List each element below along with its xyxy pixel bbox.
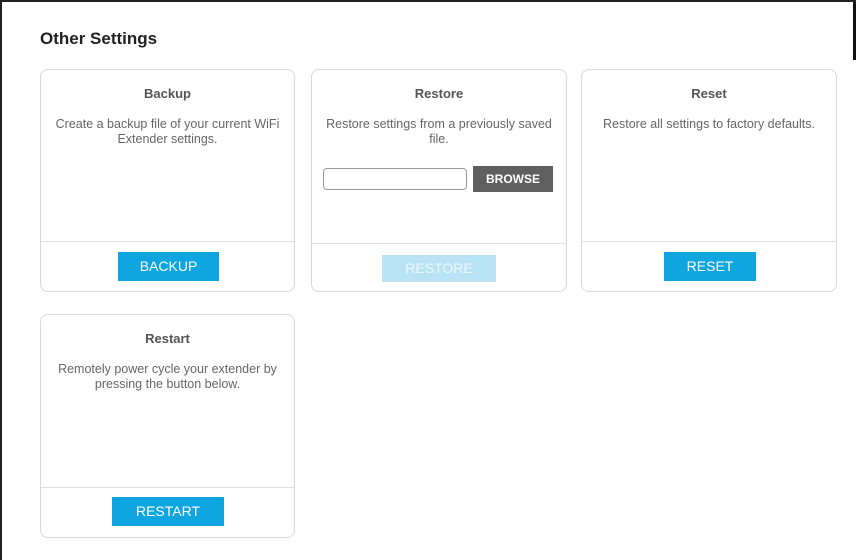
- restore-description: Restore settings from a previously saved…: [326, 117, 552, 146]
- restart-button[interactable]: RESTART: [112, 497, 224, 526]
- reset-button[interactable]: RESET: [664, 252, 756, 281]
- restore-title: Restore: [414, 86, 464, 101]
- reset-description: Restore all settings to factory defaults…: [603, 117, 815, 131]
- restore-card: Restore Restore settings from a previous…: [311, 69, 567, 292]
- backup-card: Backup Create a backup file of your curr…: [40, 69, 295, 292]
- backup-description: Create a backup file of your current WiF…: [55, 117, 280, 146]
- card-divider: [582, 241, 836, 242]
- restart-title: Restart: [145, 331, 190, 346]
- restore-button[interactable]: RESTORE: [382, 255, 496, 282]
- card-divider: [312, 243, 566, 244]
- backup-button[interactable]: BACKUP: [118, 252, 219, 281]
- restart-card: Restart Remotely power cycle your extend…: [40, 314, 295, 538]
- reset-card: Reset Restore all settings to factory de…: [581, 69, 837, 292]
- reset-title: Reset: [691, 86, 727, 101]
- card-divider: [41, 241, 294, 242]
- restore-file-input[interactable]: [323, 168, 467, 190]
- restart-description: Remotely power cycle your extender by pr…: [58, 362, 277, 391]
- settings-page: Other Settings Backup Create a backup fi…: [0, 0, 856, 560]
- section-title: Other Settings: [40, 29, 158, 48]
- card-divider: [41, 487, 294, 488]
- backup-title: Backup: [144, 86, 191, 101]
- browse-button[interactable]: BROWSE: [473, 166, 553, 192]
